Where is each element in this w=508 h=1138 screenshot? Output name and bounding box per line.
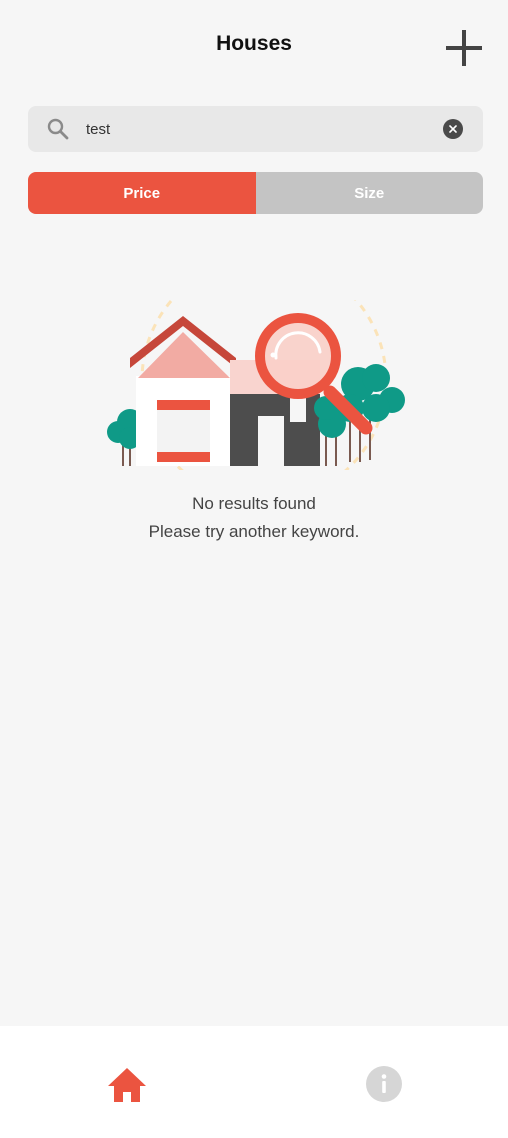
header-bar: Houses	[0, 0, 508, 92]
search-bar	[28, 106, 483, 152]
tab-price[interactable]: Price	[28, 172, 256, 214]
plus-icon	[446, 30, 482, 66]
nav-home-button[interactable]	[106, 1064, 148, 1106]
search-icon	[47, 118, 69, 140]
empty-state-subtitle: Please try another keyword.	[148, 522, 360, 541]
empty-state-message: No results found Please try another keyw…	[0, 490, 508, 546]
sort-tabs: Price Size	[28, 172, 483, 214]
home-icon	[108, 1068, 146, 1102]
info-icon	[366, 1066, 402, 1102]
clear-icon	[449, 125, 457, 133]
add-house-button[interactable]	[444, 28, 484, 68]
page-title: Houses	[216, 32, 292, 55]
clear-search-button[interactable]	[443, 119, 463, 139]
bottom-navigation	[0, 1026, 508, 1138]
nav-info-button[interactable]	[366, 1066, 402, 1102]
search-input[interactable]	[86, 115, 426, 143]
tab-size[interactable]: Size	[255, 172, 483, 214]
house-with-magnifier-illustration	[107, 300, 405, 470]
empty-state-title: No results found	[192, 494, 316, 513]
